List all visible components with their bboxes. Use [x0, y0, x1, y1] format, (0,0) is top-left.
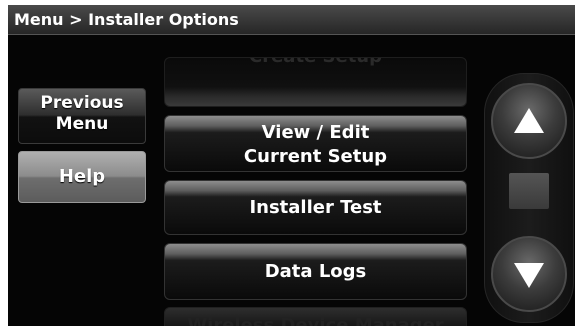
help-button[interactable]: Help	[18, 151, 146, 203]
create-setup-button[interactable]: Create Setup	[164, 57, 467, 107]
previous-menu-label-line2: Menu	[55, 114, 109, 134]
down-arrow-icon	[514, 263, 544, 288]
previous-menu-button[interactable]: Previous Menu	[18, 88, 146, 144]
thermostat-screen: Menu > Installer Options Previous Menu H…	[8, 5, 575, 326]
view-edit-label-line2: Current Setup	[243, 146, 388, 167]
scroll-position-indicator[interactable]	[509, 173, 549, 209]
scroll-up-button[interactable]	[491, 83, 567, 159]
view-edit-label-line1: View / Edit	[261, 122, 370, 143]
installer-test-button[interactable]: Installer Test	[164, 180, 467, 235]
scroll-down-button[interactable]	[491, 236, 567, 312]
previous-menu-label-line1: Previous	[40, 93, 124, 113]
view-edit-setup-button[interactable]: View / Edit Current Setup	[164, 115, 467, 172]
up-arrow-icon	[514, 108, 544, 133]
data-logs-button[interactable]: Data Logs	[164, 243, 467, 300]
wireless-device-manager-button[interactable]: Wireless Device Manager	[164, 307, 467, 326]
breadcrumb: Menu > Installer Options	[8, 5, 575, 35]
create-setup-label: Create Setup	[165, 58, 466, 77]
